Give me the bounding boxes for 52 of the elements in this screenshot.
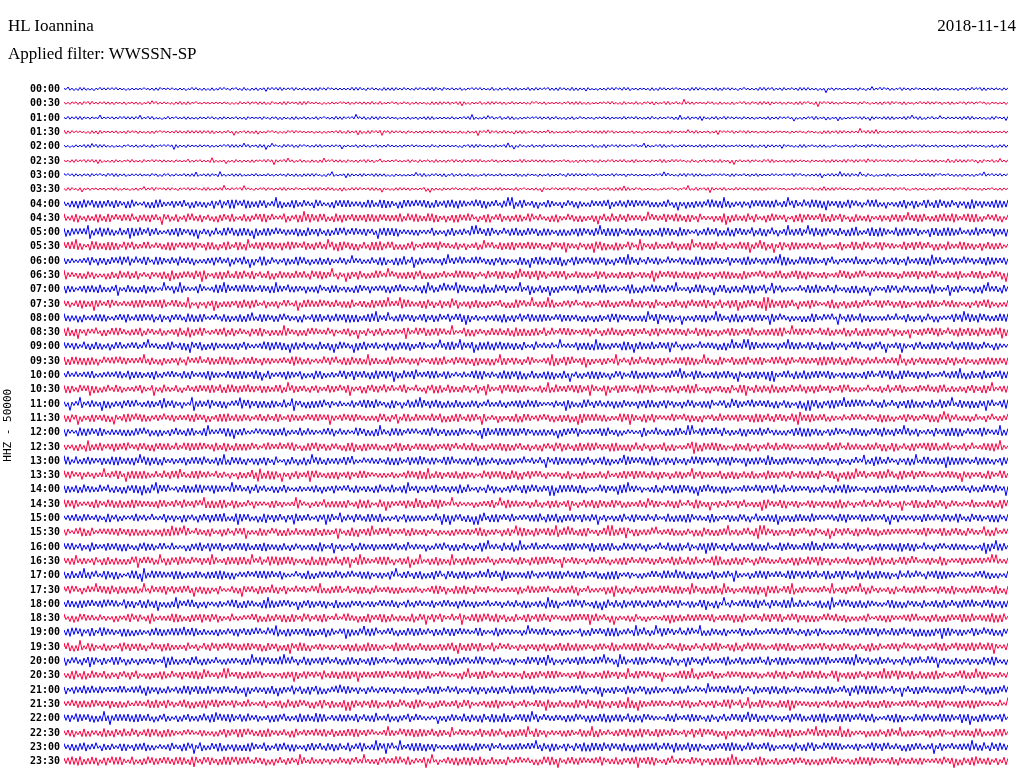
time-label: 11:00 (28, 398, 61, 409)
time-label: 01:00 (28, 112, 61, 123)
time-label: 20:30 (28, 670, 61, 681)
time-label: 19:00 (28, 627, 61, 638)
time-label: 10:00 (28, 370, 61, 381)
time-label: 12:30 (28, 441, 61, 452)
time-label: 13:00 (28, 455, 61, 466)
time-label: 22:00 (28, 713, 61, 724)
time-label: 21:30 (28, 698, 61, 709)
time-label: 08:00 (28, 312, 61, 323)
time-label: 01:30 (28, 127, 61, 138)
time-label: 23:30 (28, 756, 61, 767)
time-label: 18:00 (28, 598, 61, 609)
time-label: 00:30 (28, 98, 61, 109)
time-label: 04:00 (28, 198, 61, 209)
time-label: 16:00 (28, 541, 61, 552)
time-label: 22:30 (28, 727, 61, 738)
time-label: 21:00 (28, 684, 61, 695)
time-label: 03:30 (28, 184, 61, 195)
axis-label: HHZ - 50000 (0, 388, 15, 462)
time-label: 02:30 (28, 155, 61, 166)
time-label: 05:00 (28, 227, 61, 238)
time-label: 12:00 (28, 427, 61, 438)
time-label: 11:30 (28, 412, 61, 423)
time-label: 23:00 (28, 741, 61, 752)
time-label: 10:30 (28, 384, 61, 395)
time-label: 07:30 (28, 298, 61, 309)
time-label: 14:00 (28, 484, 61, 495)
time-label: 04:30 (28, 212, 61, 223)
time-label: 13:30 (28, 470, 61, 481)
station-title: HL Ioannina (8, 16, 95, 36)
time-label: 03:00 (28, 169, 61, 180)
time-label: 14:30 (28, 498, 61, 509)
time-label: 15:30 (28, 527, 61, 538)
time-label: 20:00 (28, 656, 61, 666)
time-label: 05:30 (28, 241, 61, 252)
time-label: 17:00 (28, 570, 61, 581)
filter-label: Applied filter: WWSSN-SP (8, 44, 197, 64)
time-label: 15:00 (28, 513, 61, 524)
time-label: 09:30 (28, 355, 61, 366)
time-label: 00:00 (28, 84, 61, 95)
time-label: 16:30 (28, 555, 61, 566)
time-label: 08:30 (28, 327, 61, 338)
time-label: 17:30 (28, 584, 61, 595)
time-label: 07:00 (28, 284, 61, 295)
time-label: 02:00 (28, 141, 61, 152)
date-label: 2018-11-14 (937, 16, 1016, 36)
time-label: 19:30 (28, 641, 61, 652)
time-label: 06:00 (28, 255, 61, 266)
time-label: 06:30 (28, 270, 61, 280)
time-label: 18:30 (28, 613, 61, 624)
time-label: 09:00 (28, 341, 61, 352)
